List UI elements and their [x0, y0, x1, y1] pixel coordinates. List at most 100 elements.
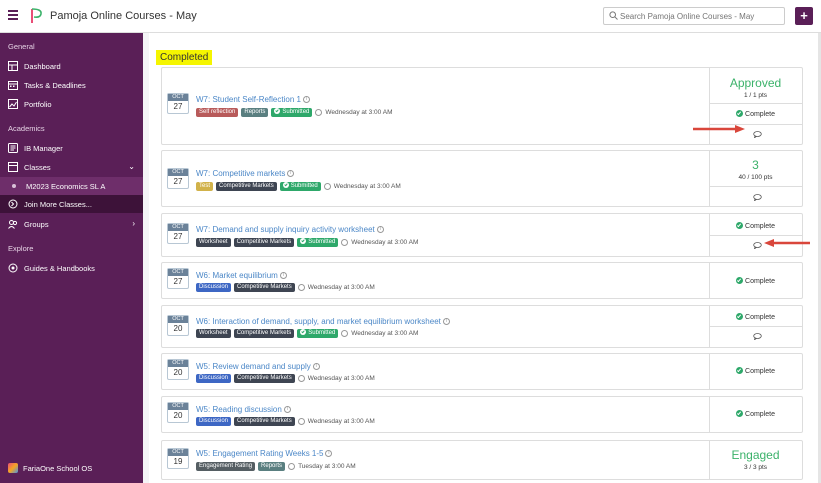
score-panel: 3 40 / 100 pts	[709, 151, 803, 206]
comment-icon[interactable]	[753, 242, 762, 249]
date-badge: OCT 27	[167, 223, 189, 244]
assignment-card[interactable]: OCT 19 W5: Engagement Rating Weeks 1-5 i E…	[161, 440, 803, 480]
assignment-card[interactable]: OCT 27 W7: Competitive markets i Test Comp…	[161, 150, 803, 207]
sidebar-item-dashboard[interactable]: Dashboard	[0, 57, 143, 75]
tag: Reports	[241, 108, 269, 117]
score-panel: Engaged 3 / 3 pts	[709, 441, 802, 479]
sidebar-footer[interactable]: FariaOne School OS	[8, 463, 92, 473]
status-complete: Complete	[713, 313, 798, 321]
search-input[interactable]	[620, 10, 780, 22]
assignment-card[interactable]: OCT 27 W7: Student Self-Reflection 1i Sel…	[161, 67, 803, 145]
sidebar-item-join-more[interactable]: Join More Classes...	[0, 195, 143, 213]
tag: Engagement Rating	[196, 462, 256, 471]
score-panel: Complete	[709, 306, 803, 347]
dashboard-icon	[8, 61, 18, 71]
tag: Discussion	[196, 374, 232, 383]
clock-icon	[341, 330, 349, 337]
check-circle-icon	[736, 110, 744, 117]
app-title: Pamoja Online Courses - May	[50, 10, 197, 22]
assignment-card[interactable]: OCT 20 W5: Review demand and supply i Disc…	[161, 353, 803, 390]
assignment-title-link[interactable]: W5: Engagement Rating Weeks 1-5 i	[196, 449, 333, 458]
check-icon	[274, 108, 281, 114]
calendar-icon	[8, 80, 18, 90]
status-complete: Complete	[713, 277, 798, 285]
due-date: Wednesday at 3:00 AM	[315, 109, 392, 116]
date-badge: OCT 20	[167, 402, 189, 423]
check-circle-icon	[736, 277, 744, 284]
sidebar-section-general: General	[8, 42, 35, 51]
status-complete: Complete	[713, 110, 798, 118]
assignment-tags: Self reflection Reports Submitted Wednes…	[196, 108, 392, 117]
score-value: Approved	[729, 76, 782, 90]
sidebar-item-classes[interactable]: Classes ⌄	[0, 158, 143, 176]
info-icon[interactable]: i	[325, 450, 333, 458]
comment-icon[interactable]	[753, 333, 762, 340]
tag: Competitive Markets	[234, 417, 295, 426]
due-date: Wednesday at 3:00 AM	[323, 183, 401, 190]
comment-icon[interactable]	[753, 131, 762, 138]
assignment-title-link[interactable]: W7: Demand and supply inquiry activity w…	[196, 225, 384, 234]
ib-manager-icon	[8, 143, 18, 153]
info-icon[interactable]: i	[283, 406, 291, 414]
assignment-card[interactable]: OCT 27 W6: Market equilibrium i Discussion…	[161, 262, 803, 299]
fariaone-logo-icon	[8, 463, 18, 473]
pamoja-logo-icon[interactable]	[30, 7, 44, 25]
assignment-card[interactable]: OCT 27 W7: Demand and supply inquiry acti…	[161, 213, 803, 257]
tag: Reports	[258, 462, 286, 471]
sidebar-item-tasks[interactable]: Tasks & Deadlines	[0, 76, 143, 94]
assignment-title-link[interactable]: W7: Student Self-Reflection 1i	[196, 95, 310, 104]
search-box[interactable]	[603, 7, 785, 25]
check-circle-icon	[736, 367, 744, 374]
sidebar-item-class-active[interactable]: M2023 Economics SL A	[0, 177, 143, 195]
assignment-tags: Test Competitive Markets Submitted Wedne…	[196, 182, 401, 191]
date-badge: OCT 27	[167, 168, 189, 189]
clock-icon	[297, 375, 305, 382]
assignment-title-link[interactable]: W6: Interaction of demand, supply, and m…	[196, 317, 450, 326]
assignment-title-link[interactable]: W6: Market equilibrium i	[196, 271, 287, 280]
assignment-title-link[interactable]: W7: Competitive markets i	[196, 169, 295, 178]
assignment-card[interactable]: OCT 20 W5: Reading discussion i Discussion…	[161, 396, 803, 433]
info-icon[interactable]: i	[442, 318, 450, 326]
info-icon[interactable]: i	[312, 363, 320, 371]
due-date: Wednesday at 3:00 AM	[341, 330, 418, 337]
assignment-tags: Discussion Competitive Markets Wednesday…	[196, 417, 375, 426]
date-badge: OCT 20	[167, 315, 189, 336]
sidebar-item-groups[interactable]: Groups ›	[0, 215, 143, 233]
due-date: Wednesday at 3:00 AM	[297, 375, 375, 382]
assignment-title-link[interactable]: W5: Review demand and supply i	[196, 362, 320, 371]
status-complete: Complete	[713, 410, 798, 418]
score-value: 3	[752, 158, 759, 172]
points: 1 / 1 pts	[743, 92, 768, 99]
info-icon[interactable]: i	[302, 96, 310, 104]
date-badge: OCT 20	[167, 359, 189, 380]
tag: Test	[196, 182, 214, 191]
info-icon[interactable]: i	[279, 272, 287, 280]
points: 3 / 3 pts	[743, 464, 768, 471]
sidebar-section-academics: Academics	[8, 124, 45, 133]
check-icon	[300, 329, 307, 335]
hamburger-menu-icon[interactable]	[8, 10, 18, 20]
sidebar-item-guides[interactable]: Guides & Handbooks	[0, 259, 143, 277]
tag: Competitive Markets	[233, 329, 295, 338]
comment-icon[interactable]	[753, 194, 762, 201]
score-value: Engaged	[731, 448, 780, 462]
info-icon[interactable]: i	[376, 226, 384, 234]
tag: Discussion	[196, 283, 232, 292]
sidebar-item-portfolio[interactable]: Portfolio	[0, 95, 143, 113]
sidebar-item-label: Dashboard	[24, 61, 61, 71]
sidebar-item-label: Tasks & Deadlines	[24, 80, 86, 90]
search-icon	[609, 11, 618, 20]
submitted-badge: Submitted	[271, 108, 313, 117]
check-circle-icon	[736, 222, 744, 229]
sidebar-section-explore: Explore	[8, 244, 34, 253]
assignment-card[interactable]: OCT 20 W6: Interaction of demand, supply,…	[161, 305, 803, 348]
status-complete: Complete	[713, 367, 798, 375]
check-circle-icon	[736, 313, 744, 320]
add-button[interactable]: +	[795, 7, 813, 25]
assignment-title-link[interactable]: W5: Reading discussion i	[196, 405, 291, 414]
submitted-badge: Submitted	[297, 238, 339, 247]
annotation-arrow-icon	[693, 125, 745, 133]
info-icon[interactable]: i	[287, 170, 295, 178]
tag: Competitive Markets	[234, 374, 295, 383]
sidebar-item-ib-manager[interactable]: IB Manager	[0, 139, 143, 157]
